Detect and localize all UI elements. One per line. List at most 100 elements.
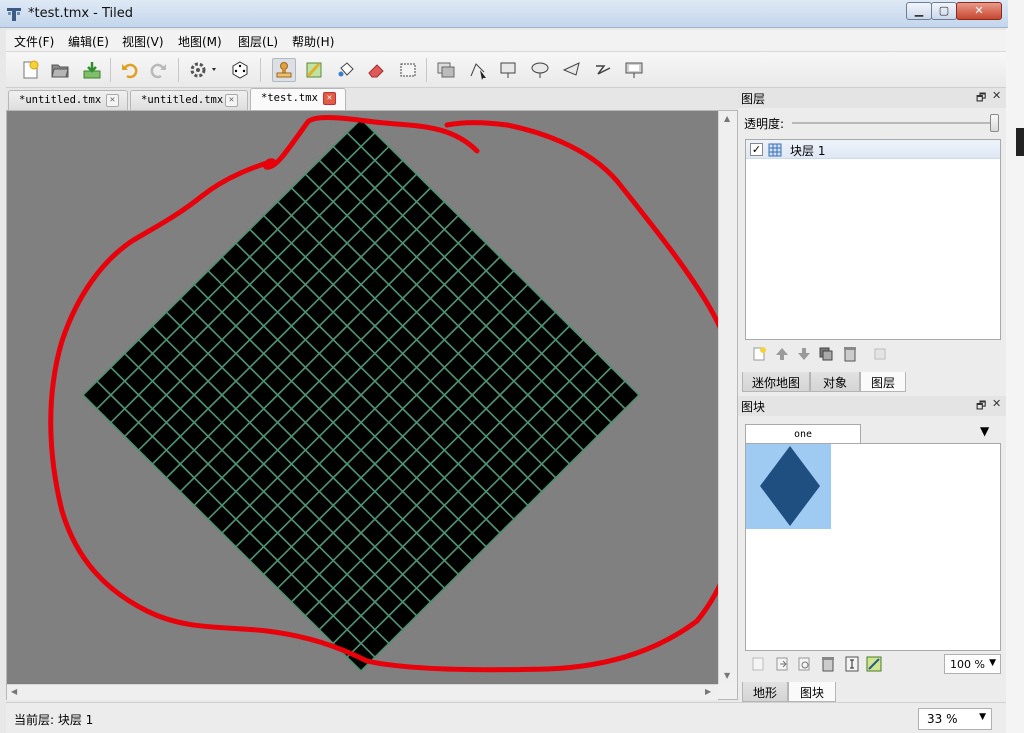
map-canvas[interactable] <box>7 111 718 684</box>
float-panel-icon[interactable]: 🗗 <box>976 89 986 108</box>
menu-map[interactable]: 地图(M) <box>178 33 222 50</box>
toolbar-separator <box>426 58 427 82</box>
edit-polygon-icon[interactable] <box>466 58 490 82</box>
tile-layer-icon <box>768 143 782 157</box>
layers-panel-header: 图层 🗗 ✕ <box>738 88 1006 108</box>
scroll-up-arrow-icon[interactable]: ▲ <box>724 114 730 123</box>
stamp-brush-icon[interactable] <box>272 58 296 82</box>
minimize-button[interactable]: ▁ <box>906 2 932 20</box>
edit-terrain-icon[interactable] <box>866 656 882 672</box>
insert-rectangle-icon[interactable] <box>496 58 520 82</box>
save-file-icon[interactable] <box>80 58 104 82</box>
current-layer-status: 当前层: 块层 1 <box>14 713 94 727</box>
tab-label: *untitled.tmx <box>19 94 102 106</box>
chevron-down-icon: ▼ <box>989 658 996 668</box>
vertical-scrollbar[interactable]: ▲ ▼ <box>718 111 736 684</box>
random-dice-icon[interactable] <box>228 58 252 82</box>
layer-controls <box>746 344 906 364</box>
chevron-down-icon: ▼ <box>979 712 986 722</box>
close-panel-icon[interactable]: ✕ <box>992 89 1001 102</box>
background-dark-block <box>1016 128 1024 156</box>
close-window-button[interactable]: ✕ <box>956 2 1002 20</box>
close-tab-icon[interactable]: ✕ <box>323 92 336 105</box>
import-tileset-icon[interactable] <box>774 656 790 672</box>
layers-list[interactable] <box>745 139 1001 340</box>
tileset-controls <box>746 654 896 674</box>
menu-edit[interactable]: 编辑(E) <box>68 33 109 50</box>
layer-visibility-checkbox[interactable]: ✓ <box>750 143 763 156</box>
terrain-brush-icon[interactable] <box>302 58 326 82</box>
status-bar: 当前层: 块层 1 33 % ▼ <box>6 702 1006 733</box>
document-tabs: *untitled.tmx ✕ *untitled.tmx ✕ *test.tm… <box>6 88 738 110</box>
zoom-select[interactable]: 33 % ▼ <box>918 708 992 730</box>
scroll-down-arrow-icon[interactable]: ▼ <box>724 671 730 680</box>
tileset-tile[interactable] <box>746 444 831 529</box>
opacity-slider-track[interactable] <box>792 122 998 124</box>
new-tileset-icon[interactable] <box>750 656 766 672</box>
layer-name: 块层 1 <box>790 144 826 158</box>
tileset-properties-icon[interactable] <box>844 656 860 672</box>
tab-label: *untitled.tmx <box>141 94 224 106</box>
duplicate-layer-icon[interactable] <box>818 346 834 362</box>
layers-panel-title: 图层 <box>741 92 766 106</box>
menu-help[interactable]: 帮助(H) <box>292 33 334 50</box>
zoom-value: 33 % <box>927 712 958 726</box>
tab-terrain[interactable]: 地形 <box>742 682 788 702</box>
open-file-icon[interactable] <box>48 58 72 82</box>
menu-bar: 文件(F) 编辑(E) 视图(V) 地图(M) 图层(L) 帮助(H) <box>6 30 1006 52</box>
tab-test[interactable]: *test.tmx ✕ <box>250 88 346 110</box>
insert-tile-icon[interactable] <box>622 58 646 82</box>
lower-layer-icon[interactable] <box>796 346 812 362</box>
insert-polyline-icon[interactable] <box>592 58 616 82</box>
tileset-zoom-value: 100 % <box>950 658 985 671</box>
float-panel-icon[interactable]: 🗗 <box>976 397 986 416</box>
menu-view[interactable]: 视图(V) <box>122 33 164 50</box>
eraser-icon[interactable] <box>364 58 388 82</box>
scroll-left-arrow-icon[interactable]: ◀ <box>11 687 17 696</box>
redo-icon[interactable] <box>146 58 170 82</box>
tab-label: *test.tmx <box>261 92 318 104</box>
layer-row[interactable]: ✓ 块层 1 <box>746 140 1000 159</box>
close-tab-icon[interactable]: ✕ <box>106 94 119 107</box>
insert-ellipse-icon[interactable] <box>528 58 552 82</box>
tab-minimap[interactable]: 迷你地图 <box>742 372 810 392</box>
tab-objects[interactable]: 对象 <box>810 372 860 392</box>
rect-select-icon[interactable] <box>396 58 420 82</box>
opacity-label: 透明度: <box>744 117 785 131</box>
tab-tilesets[interactable]: 图块 <box>788 682 836 702</box>
tileset-zoom-select[interactable]: 100 % ▼ <box>944 654 1001 674</box>
delete-layer-icon[interactable] <box>842 346 858 362</box>
new-file-icon[interactable] <box>18 58 42 82</box>
isometric-map[interactable] <box>7 111 718 684</box>
insert-polygon-icon[interactable] <box>560 58 584 82</box>
toolbar-separator <box>178 58 179 82</box>
horizontal-scrollbar[interactable]: ◀ ▶ <box>7 684 718 700</box>
diamond-tile-preview <box>760 446 820 526</box>
tab-untitled-1[interactable]: *untitled.tmx ✕ <box>8 90 128 110</box>
tileset-menu-chevron-down-icon[interactable]: ▼ <box>980 424 989 438</box>
window-title: *test.tmx - Tiled <box>28 6 134 21</box>
bucket-fill-icon[interactable] <box>334 58 358 82</box>
layer-properties-icon[interactable] <box>872 346 888 362</box>
background-window-strip <box>1006 0 1024 733</box>
toolbar-separator <box>110 58 111 82</box>
commands-gear-icon[interactable] <box>186 58 222 82</box>
maximize-button[interactable]: ▢ <box>931 2 957 20</box>
tab-untitled-2[interactable]: *untitled.tmx ✕ <box>130 90 248 110</box>
menu-layer[interactable]: 图层(L) <box>238 33 278 50</box>
close-tab-icon[interactable]: ✕ <box>225 94 238 107</box>
close-panel-icon[interactable]: ✕ <box>992 397 1001 410</box>
menu-file[interactable]: 文件(F) <box>14 33 54 50</box>
opacity-slider-handle[interactable] <box>990 114 999 132</box>
scroll-right-arrow-icon[interactable]: ▶ <box>705 687 711 696</box>
tab-layers[interactable]: 图层 <box>860 372 906 392</box>
new-layer-icon[interactable] <box>752 346 768 362</box>
object-select-icon[interactable] <box>434 58 458 82</box>
remove-tileset-icon[interactable] <box>820 656 836 672</box>
tileset-panel-title: 图块 <box>741 400 766 414</box>
export-tileset-icon[interactable] <box>796 656 812 672</box>
tileset-tab-one[interactable]: one <box>745 424 861 444</box>
title-bar: *test.tmx - Tiled ▁ ▢ ✕ <box>0 0 1008 28</box>
raise-layer-icon[interactable] <box>774 346 790 362</box>
undo-icon[interactable] <box>118 58 142 82</box>
